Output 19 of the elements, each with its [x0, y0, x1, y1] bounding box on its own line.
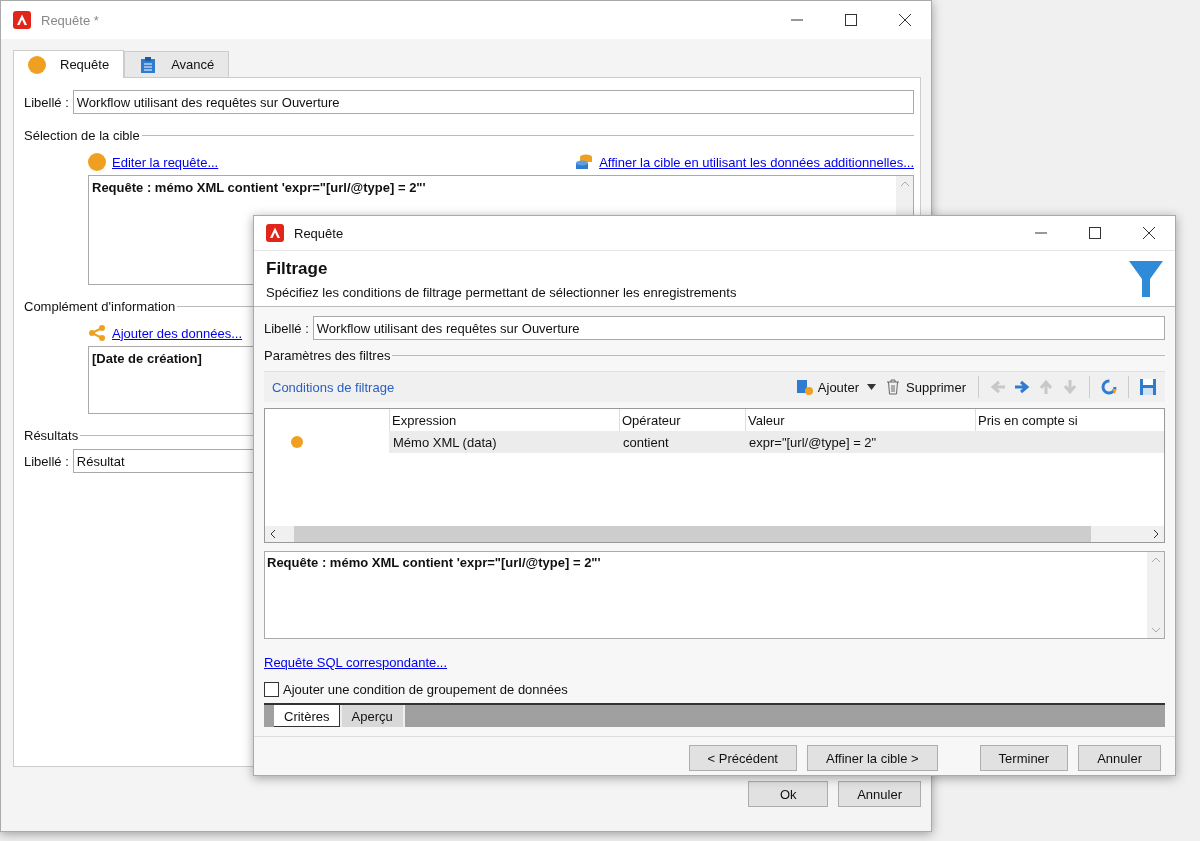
field-label: Libellé :: [264, 320, 309, 336]
window-title: Requête: [294, 225, 345, 241]
list-item: [Date de création]: [92, 351, 202, 366]
field-label: Libellé :: [24, 94, 69, 110]
query-summary: Requête : mémo XML contient 'expr="[url/@type] = 2"': [267, 555, 601, 570]
table-cell-text: Mémo XML (data): [392, 434, 498, 450]
window-title: Requête *: [41, 12, 100, 28]
query-summary: Requête : mémo XML contient 'expr="[url/@type] = 2"': [92, 180, 426, 195]
toolbar-title: Conditions de filtrage: [272, 379, 396, 395]
page-heading: Filtrage: [266, 259, 329, 279]
section-title: Paramètres des filtres: [264, 348, 391, 363]
section-title: Sélection de la cible: [24, 128, 140, 143]
page-subtitle: Spécifiez les conditions de filtrage permettant de sélectionner les enregistrements: [266, 285, 737, 300]
field-label: Libellé :: [24, 453, 69, 469]
table-cell-text: contient: [622, 434, 670, 450]
section-title: Résultats: [24, 428, 79, 443]
table-cell-text: expr="[url/@type] = 2": [748, 434, 878, 450]
checkbox-label: Ajouter une condition de groupement de données: [283, 682, 568, 697]
section-title: Complément d'information: [24, 299, 176, 314]
